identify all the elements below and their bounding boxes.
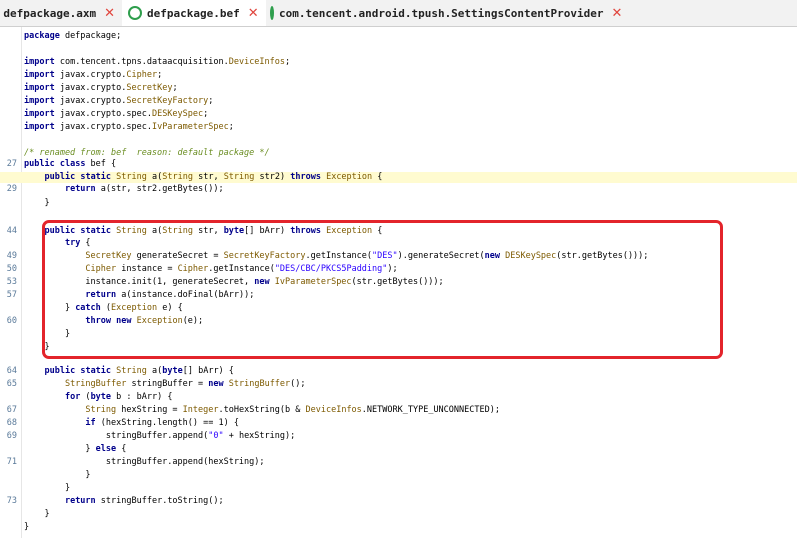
- code-line[interactable]: }: [24, 329, 70, 340]
- code-line[interactable]: try {: [24, 238, 91, 249]
- code-line[interactable]: package defpackage;: [24, 31, 121, 42]
- class-icon: C: [270, 6, 274, 20]
- code-line[interactable]: StringBuffer stringBuffer = new StringBu…: [24, 379, 306, 390]
- code-line[interactable]: import com.tencent.tpns.dataacquisition.…: [24, 57, 290, 68]
- close-icon[interactable]: ✕: [248, 6, 259, 21]
- code-line[interactable]: stringBuffer.append("0" + hexString);: [24, 431, 295, 442]
- code-line[interactable]: Cipher instance = Cipher.getInstance("DE…: [24, 264, 397, 275]
- line-number: 64: [6, 366, 17, 376]
- line-number: 57: [6, 290, 17, 300]
- code-line[interactable]: public class bef {: [24, 159, 116, 170]
- tab-defpackage-bef[interactable]: C defpackage.bef ✕: [122, 0, 266, 26]
- line-number: 27: [6, 159, 17, 169]
- line-number: 67: [6, 405, 17, 415]
- code-line[interactable]: }: [24, 509, 49, 520]
- code-line[interactable]: throw new Exception(e);: [24, 316, 203, 327]
- line-number: 69: [6, 431, 17, 441]
- line-number: 50: [6, 264, 17, 274]
- code-line[interactable]: } catch (Exception e) {: [24, 303, 183, 314]
- class-icon: C: [128, 6, 142, 20]
- code-line[interactable]: return stringBuffer.toString();: [24, 496, 224, 507]
- code-line[interactable]: [24, 44, 29, 55]
- line-number: 29: [6, 184, 17, 194]
- code-line[interactable]: import javax.crypto.spec.IvParameterSpec…: [24, 122, 234, 133]
- line-number: 71: [6, 457, 17, 467]
- line-number: 73: [6, 496, 17, 506]
- code-line[interactable]: stringBuffer.append(hexString);: [24, 457, 265, 468]
- code-line[interactable]: }: [24, 342, 49, 353]
- code-line[interactable]: /* renamed from: bef reason: default pac…: [24, 148, 270, 159]
- code-line[interactable]: }: [24, 483, 70, 494]
- code-line[interactable]: public static String a(byte[] bArr) {: [24, 366, 233, 377]
- code-line[interactable]: import javax.crypto.SecretKeyFactory;: [24, 96, 213, 107]
- gutter-divider: [21, 27, 22, 538]
- line-number: 49: [6, 251, 17, 261]
- close-icon[interactable]: ✕: [612, 6, 623, 21]
- code-line[interactable]: for (byte b : bArr) {: [24, 392, 173, 403]
- editor-tab-bar: C defpackage.axm ✕ C defpackage.bef ✕ C …: [0, 0, 797, 27]
- line-number: 60: [6, 316, 17, 326]
- code-line[interactable]: instance.init(1, generateSecret, new IvP…: [24, 277, 443, 288]
- code-line[interactable]: if (hexString.length() == 1) {: [24, 418, 239, 429]
- code-line[interactable]: }: [24, 470, 90, 481]
- line-number: 65: [6, 379, 17, 389]
- line-number: 53: [6, 277, 17, 287]
- code-line[interactable]: public static String a(String str, byte[…: [24, 226, 382, 237]
- tab-label: com.tencent.android.tpush.SettingsConten…: [279, 6, 604, 20]
- code-line[interactable]: public static String a(String str, Strin…: [0, 172, 797, 183]
- line-number: 68: [6, 418, 17, 428]
- code-line[interactable]: [24, 211, 29, 222]
- tab-settings-content-provider[interactable]: C com.tencent.android.tpush.SettingsCont…: [270, 0, 622, 26]
- code-line[interactable]: import javax.crypto.spec.DESKeySpec;: [24, 109, 208, 120]
- code-line[interactable]: }: [24, 198, 49, 209]
- tab-label: defpackage.bef: [147, 6, 240, 20]
- line-number: 44: [6, 226, 17, 236]
- code-line[interactable]: import javax.crypto.Cipher;: [24, 70, 162, 81]
- code-line[interactable]: import javax.crypto.SecretKey;: [24, 83, 178, 94]
- code-editor[interactable]: package defpackage; import com.tencent.t…: [0, 27, 797, 538]
- tab-defpackage-axm[interactable]: C defpackage.axm ✕: [0, 0, 115, 26]
- code-line[interactable]: [24, 135, 29, 146]
- code-line[interactable]: return a(instance.doFinal(bArr));: [24, 290, 254, 301]
- line-number-gutter: 27282944495053576064656768697173: [0, 27, 20, 538]
- code-line[interactable]: } else {: [24, 444, 126, 455]
- code-line[interactable]: String hexString = Integer.toHexString(b…: [24, 405, 500, 416]
- code-line[interactable]: [24, 355, 29, 366]
- close-icon[interactable]: ✕: [104, 6, 115, 21]
- code-line[interactable]: return a(str, str2.getBytes());: [24, 184, 224, 195]
- code-line[interactable]: }: [24, 522, 29, 533]
- tab-label: defpackage.axm: [3, 6, 97, 20]
- code-line[interactable]: SecretKey generateSecret = SecretKeyFact…: [24, 251, 648, 262]
